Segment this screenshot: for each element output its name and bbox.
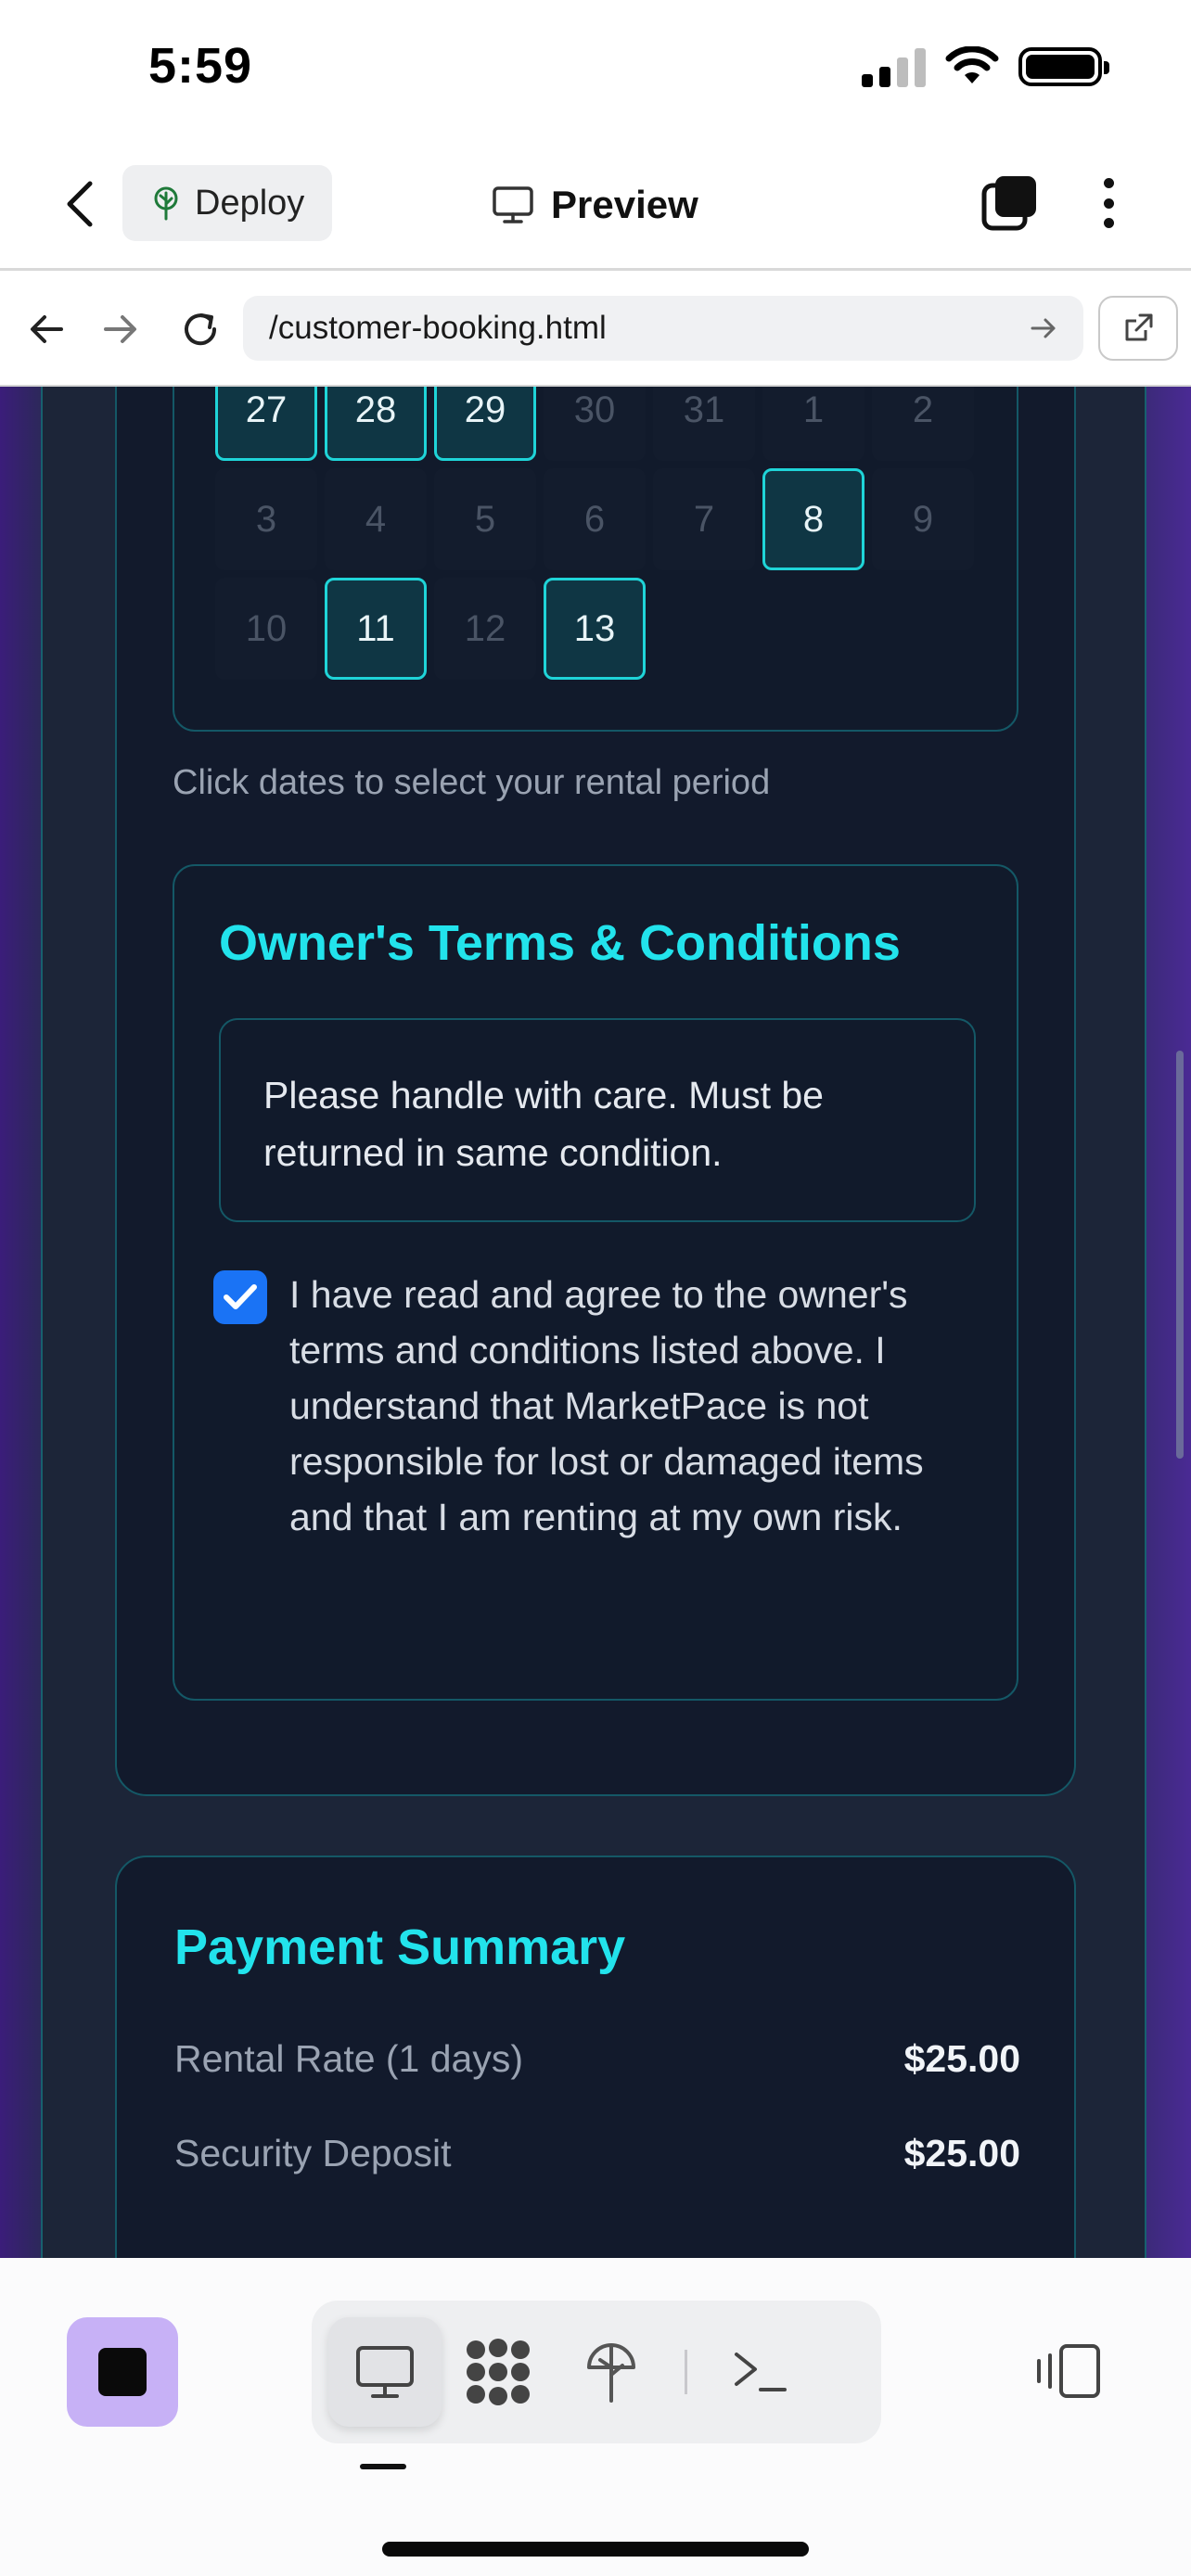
tabs-button[interactable] [980, 172, 1041, 234]
back-button[interactable] [52, 176, 108, 232]
deploy-button[interactable]: Deploy [122, 165, 333, 241]
calendar-day[interactable]: 10 [215, 578, 317, 680]
active-mode-indicator [360, 2464, 406, 2469]
calendar-day[interactable]: 3 [215, 468, 317, 570]
calendar-day[interactable]: 6 [544, 468, 646, 570]
calendar-day-selected[interactable]: 8 [762, 468, 864, 570]
page-scrollbar[interactable] [1176, 1051, 1184, 1459]
check-icon [224, 1284, 257, 1309]
go-arrow-icon[interactable] [1030, 316, 1057, 340]
calendar-day[interactable]: 7 [653, 468, 755, 570]
monitor-icon [356, 2346, 414, 2398]
agree-text: I have read and agree to the owner's ter… [289, 1273, 924, 1538]
nav-back-button[interactable] [19, 301, 74, 357]
agree-checkbox[interactable] [213, 1270, 267, 1324]
payment-row-label: Rental Rate (1 days) [174, 2037, 524, 2080]
terms-section: Owner's Terms & Conditions Please handle… [173, 864, 1018, 1701]
payment-row-rental: Rental Rate (1 days) $25.00 [174, 2037, 1020, 2081]
signal-icon [862, 46, 926, 87]
apps-mode-button[interactable] [442, 2317, 555, 2427]
battery-icon [1018, 47, 1109, 86]
monitor-icon [493, 186, 533, 223]
calendar-day[interactable]: 2 [872, 387, 974, 461]
agree-row[interactable]: I have read and agree to the owner's ter… [213, 1267, 974, 1545]
calendar-day[interactable]: 4 [325, 468, 427, 570]
deploy-label: Deploy [195, 183, 305, 223]
desktop-mode-button[interactable] [328, 2317, 442, 2427]
reload-button[interactable] [173, 301, 228, 357]
url-row: /customer-booking.html [0, 274, 1191, 387]
calendar-day[interactable]: 1 [762, 387, 864, 461]
payment-row-value: $25.00 [903, 2037, 1020, 2080]
payment-title: Payment Summary [174, 1919, 626, 1975]
grid-blob-icon [467, 2339, 530, 2405]
deploy-mode-button[interactable] [555, 2317, 668, 2427]
arrow-right-icon [104, 315, 136, 343]
wifi-icon [945, 46, 999, 83]
stop-button[interactable] [67, 2317, 178, 2427]
calendar-day-selected[interactable]: 11 [325, 578, 427, 680]
stop-icon [98, 2348, 147, 2396]
tree-icon [587, 2343, 635, 2403]
app-header: Deploy Preview [0, 139, 1191, 271]
split-view-icon [1037, 2344, 1100, 2398]
calendar-day-selected[interactable]: 13 [544, 578, 646, 680]
calendar-hint: Click dates to select your rental period [173, 763, 771, 802]
more-vertical-icon [1103, 178, 1114, 188]
payment-row-label: Security Deposit [174, 2132, 452, 2174]
terms-text: Please handle with care. Must be returne… [219, 1018, 976, 1222]
calendar-day-selected[interactable]: 27 [215, 387, 317, 461]
payment-row-value: $25.00 [903, 2132, 1020, 2174]
status-icons [862, 46, 1109, 87]
status-bar: 5:59 [0, 0, 1191, 139]
arrow-left-icon [31, 315, 63, 343]
status-time: 5:59 [148, 38, 253, 94]
home-indicator [382, 2542, 809, 2557]
tree-icon [154, 186, 178, 221]
payment-row-deposit: Security Deposit $25.00 [174, 2132, 1020, 2175]
tabs-icon [981, 176, 1036, 231]
url-input[interactable]: /customer-booking.html [243, 296, 1083, 361]
preview-title: Preview [492, 172, 698, 237]
web-content: 27 28 29 30 31 1 2 3 4 5 6 7 8 9 10 11 12 13 Click dates … [0, 387, 1191, 2258]
reload-icon [185, 313, 217, 346]
terms-title: Owner's Terms & Conditions [219, 915, 901, 971]
calendar-day[interactable]: 31 [653, 387, 755, 461]
calendar-day[interactable]: 5 [434, 468, 536, 570]
calendar-day[interactable]: 12 [434, 578, 536, 680]
payment-summary: Payment Summary Rental Rate (1 days) $25… [115, 1855, 1076, 2258]
terminal-mode-button[interactable] [704, 2317, 817, 2427]
split-view-button[interactable] [1031, 2334, 1106, 2408]
calendar-day-selected[interactable]: 29 [434, 387, 536, 461]
mode-separator [685, 2350, 687, 2394]
preview-label: Preview [551, 183, 698, 226]
mode-switcher [312, 2301, 881, 2443]
nav-forward-button[interactable] [93, 301, 148, 357]
url-text: /customer-booking.html [269, 310, 607, 346]
calendar-day[interactable]: 9 [872, 468, 974, 570]
terminal-icon [735, 2353, 787, 2391]
chevron-left-icon [67, 181, 93, 227]
open-external-button[interactable] [1098, 296, 1178, 361]
calendar-day[interactable]: 30 [544, 387, 646, 461]
external-link-icon [1125, 313, 1153, 341]
more-button[interactable] [1085, 172, 1132, 234]
bottom-toolbar [0, 2258, 1191, 2576]
calendar-day-selected[interactable]: 28 [325, 387, 427, 461]
